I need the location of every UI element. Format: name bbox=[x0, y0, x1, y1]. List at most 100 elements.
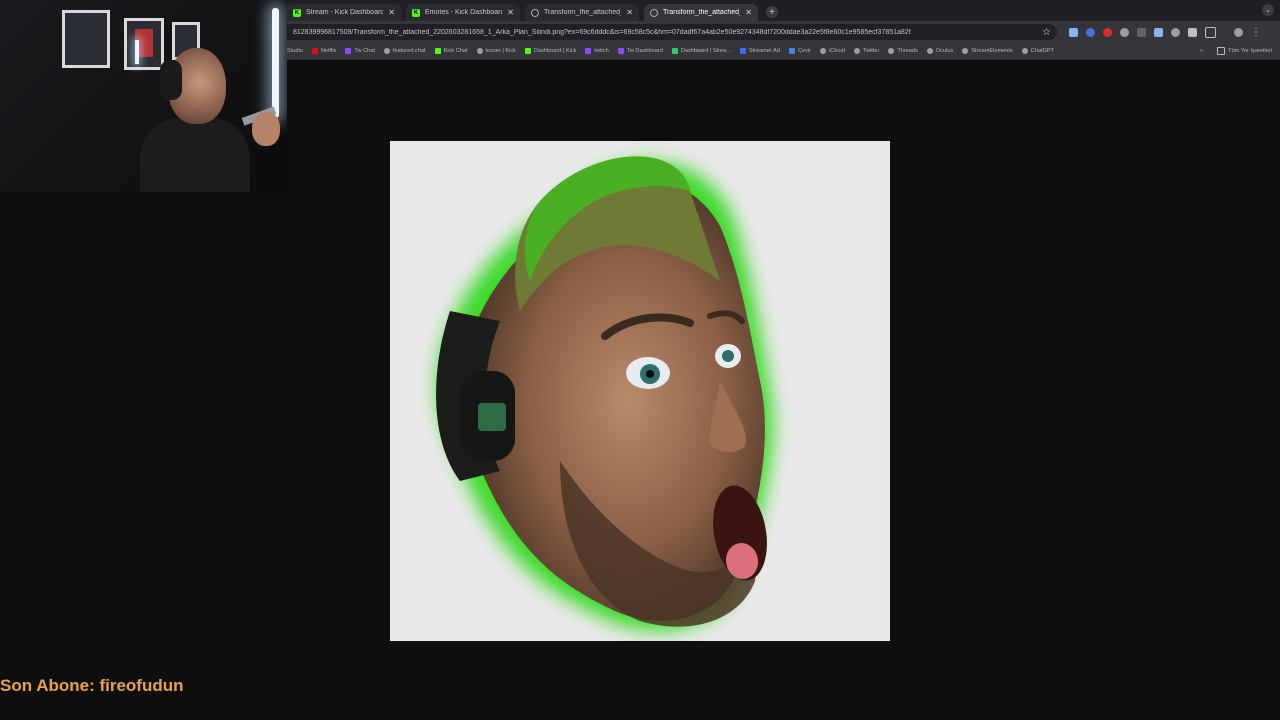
bookmark-twitch[interactable]: twitch bbox=[585, 48, 609, 54]
globe-icon bbox=[476, 48, 483, 54]
bookmark-label: Dashboard | Kick bbox=[533, 48, 577, 54]
bookmark-label: Oculus bbox=[935, 48, 954, 54]
extension-icon[interactable] bbox=[1171, 27, 1180, 37]
emote-face-image bbox=[436, 156, 773, 631]
webcam-overlay bbox=[0, 0, 287, 192]
bookmark-label: Twitter bbox=[862, 48, 880, 54]
bookmark-label: Netflix bbox=[320, 48, 337, 54]
bookmark-label: twitch bbox=[594, 48, 609, 54]
all-bookmarks-button[interactable]: Tüm Yer İşaretleri bbox=[1217, 47, 1272, 55]
profile-avatar[interactable] bbox=[1234, 27, 1243, 37]
bookmark-tw-chat[interactable]: Tw Chat bbox=[345, 48, 375, 54]
tab-emotes-dashboard[interactable]: K Emotes - Kick Dashboard ✕ bbox=[406, 4, 520, 21]
tab-label: Stream - Kick Dashboard bbox=[306, 9, 384, 16]
light-bar bbox=[272, 8, 279, 118]
extension-icon[interactable] bbox=[1137, 27, 1146, 37]
menu-icon[interactable]: ⋮ bbox=[1251, 27, 1261, 38]
bookmark-label: Threads bbox=[897, 48, 918, 54]
streamer-hand bbox=[252, 112, 280, 146]
bookmark-label: Studio bbox=[287, 48, 303, 54]
bookmark-label: Streamer Ad bbox=[748, 48, 780, 54]
tab-stream-dashboard[interactable]: K Stream - Kick Dashboard ✕ bbox=[287, 4, 401, 21]
bookmark-threads[interactable]: Threads bbox=[888, 48, 918, 54]
twitch-icon bbox=[617, 48, 624, 54]
browser-toolbar: 812839996817509/Transform_the_attached_2… bbox=[287, 21, 1280, 43]
globe-icon bbox=[1021, 48, 1028, 54]
close-icon[interactable]: ✕ bbox=[626, 8, 633, 17]
bookmark-dashboard-kick[interactable]: Dashboard | Kick bbox=[524, 48, 577, 54]
bookmark-kick-chat[interactable]: Kick Chat bbox=[434, 48, 468, 54]
wall-frame bbox=[124, 18, 164, 70]
cloud-icon bbox=[820, 48, 827, 54]
close-icon[interactable]: ✕ bbox=[507, 8, 514, 17]
shield-icon[interactable] bbox=[1188, 27, 1197, 37]
chevron-right-icon[interactable]: » bbox=[1200, 48, 1203, 54]
bookmark-streamelements[interactable]: StreamElements bbox=[962, 48, 1013, 54]
bookmark-label: Çevir bbox=[797, 48, 812, 54]
bookmark-label: tosser | Kick bbox=[485, 48, 516, 54]
bookmark-oculus[interactable]: Oculus bbox=[926, 48, 954, 54]
globe-icon bbox=[888, 48, 895, 54]
bookmark-dashboard-stream[interactable]: Dashboard / Strea... bbox=[671, 48, 731, 54]
headset bbox=[160, 60, 182, 100]
url-text[interactable]: 812839996817509/Transform_the_attached_2… bbox=[293, 29, 1042, 36]
bookmark-label: Tw Chat bbox=[354, 48, 375, 54]
bookmark-label: Dashboard / Strea... bbox=[680, 48, 731, 54]
bookmark-label: Tüm Yer İşaretleri bbox=[1228, 48, 1272, 54]
tab-label: Emotes - Kick Dashboard bbox=[425, 9, 503, 16]
twitch-icon bbox=[585, 48, 592, 54]
bookmark-twitter[interactable]: Twitter bbox=[853, 48, 880, 54]
bookmark-chatgpt[interactable]: ChatGPT bbox=[1021, 48, 1055, 54]
bookmark-netflix[interactable]: Netflix bbox=[311, 48, 337, 54]
light-bar bbox=[135, 40, 139, 64]
extension-icon[interactable] bbox=[1069, 27, 1078, 37]
bookmarks-bar: Studio Netflix Tw Chat featured.chat Kic… bbox=[287, 43, 1280, 60]
folder-icon bbox=[1217, 47, 1226, 55]
tab-transform-image[interactable]: Transform_the_attached_2202603281658_1_A… bbox=[525, 4, 639, 21]
extension-icon[interactable] bbox=[1120, 27, 1129, 37]
tab-label: Transform_the_attached_2202603281658_1_A… bbox=[544, 9, 621, 16]
close-icon[interactable]: ✕ bbox=[745, 8, 752, 17]
address-bar[interactable]: 812839996817509/Transform_the_attached_2… bbox=[287, 24, 1057, 40]
new-tab-button[interactable]: + bbox=[766, 6, 778, 18]
twitch-icon bbox=[345, 48, 352, 54]
ad-icon bbox=[739, 48, 746, 54]
kick-icon: K bbox=[293, 8, 301, 17]
viewed-image[interactable] bbox=[390, 141, 890, 641]
extension-icons: ⋮ bbox=[1069, 26, 1261, 38]
tab-strip: K Stream - Kick Dashboard ✕ K Emotes - K… bbox=[287, 0, 1280, 21]
globe-icon bbox=[531, 8, 539, 17]
translate-icon[interactable] bbox=[1154, 27, 1163, 37]
translate-icon bbox=[788, 48, 795, 54]
bookmark-cevir[interactable]: Çevir bbox=[788, 48, 812, 54]
extension-icon[interactable] bbox=[1086, 27, 1095, 37]
bookmark-label: ChatGPT bbox=[1030, 48, 1055, 54]
streamer-torso bbox=[140, 118, 250, 192]
bookmark-icloud[interactable]: iCloud bbox=[820, 48, 845, 54]
wall-frame bbox=[62, 10, 110, 68]
last-subscriber-label: Son Abone: fireofudun bbox=[0, 676, 184, 695]
bookmark-label: Tw Dashboard bbox=[626, 48, 663, 54]
bookmark-label: featured.chat bbox=[392, 48, 426, 54]
bookmark-label: StreamElements bbox=[971, 48, 1013, 54]
tab-transform-image-active[interactable]: Transform_the_attached_2202603281658_1_A… bbox=[644, 4, 758, 21]
kick-icon bbox=[524, 48, 531, 54]
bookmark-label: iCloud bbox=[829, 48, 845, 54]
bookmark-studio[interactable]: Studio bbox=[287, 48, 303, 54]
globe-icon bbox=[926, 48, 933, 54]
tab-search-button[interactable]: ⌄ bbox=[1262, 4, 1274, 16]
bookmark-tosser-kick[interactable]: tosser | Kick bbox=[476, 48, 516, 54]
globe-icon bbox=[650, 8, 658, 17]
extension-icon[interactable] bbox=[1103, 27, 1112, 37]
bookmark-label: Kick Chat bbox=[443, 48, 468, 54]
bookmarks-right: » Tüm Yer İşaretleri bbox=[1200, 47, 1272, 55]
kick-icon: K bbox=[412, 8, 420, 17]
netflix-icon bbox=[311, 48, 318, 54]
bookmark-star-icon[interactable]: ☆ bbox=[1042, 27, 1051, 38]
bookmark-featured-chat[interactable]: featured.chat bbox=[383, 48, 426, 54]
tab-label: Transform_the_attached_2202603281658_1_A… bbox=[663, 9, 740, 16]
puzzle-icon[interactable] bbox=[1205, 26, 1216, 38]
bookmark-streamer-ad[interactable]: Streamer Ad bbox=[739, 48, 780, 54]
close-icon[interactable]: ✕ bbox=[388, 8, 395, 17]
bookmark-tw-dashboard[interactable]: Tw Dashboard bbox=[617, 48, 663, 54]
